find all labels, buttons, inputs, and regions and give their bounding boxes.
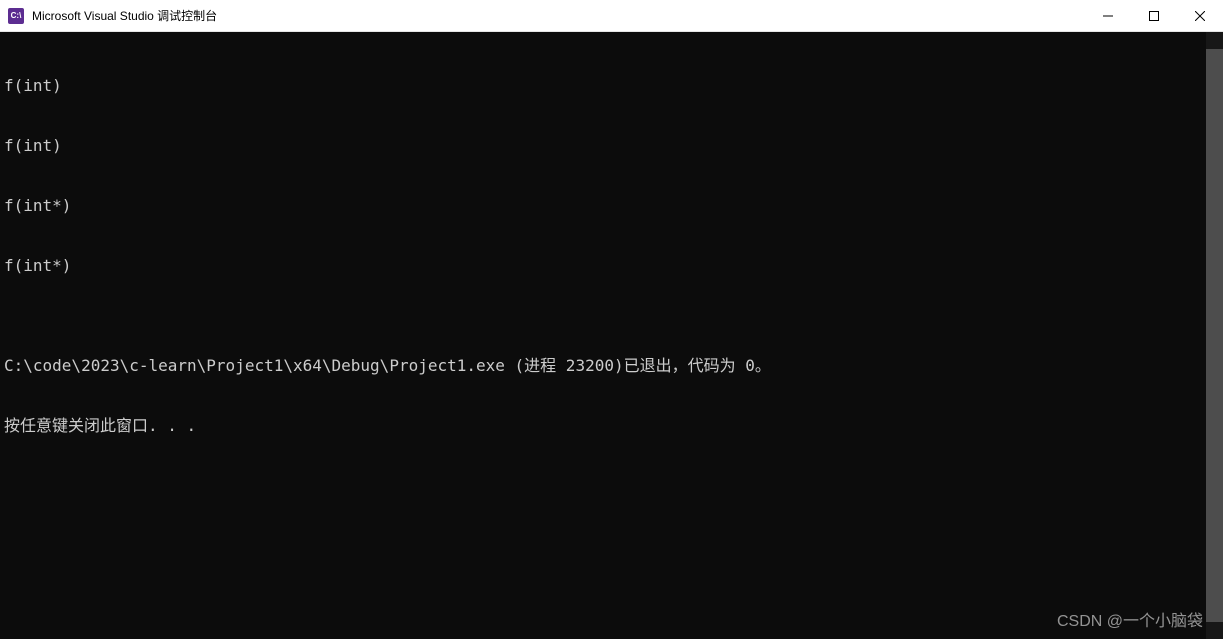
app-icon: C:\ [8, 8, 24, 24]
console-area: f(int) f(int) f(int*) f(int*) C:\code\20… [0, 32, 1223, 639]
console-line: f(int*) [4, 196, 1206, 216]
titlebar: C:\ Microsoft Visual Studio 调试控制台 [0, 0, 1223, 32]
close-button[interactable] [1177, 0, 1223, 31]
window-title: Microsoft Visual Studio 调试控制台 [32, 7, 1085, 24]
app-icon-text: C:\ [11, 11, 22, 20]
window-controls [1085, 0, 1223, 31]
console-content[interactable]: f(int) f(int) f(int*) f(int*) C:\code\20… [0, 32, 1206, 639]
maximize-button[interactable] [1131, 0, 1177, 31]
vertical-scrollbar[interactable] [1206, 32, 1223, 639]
maximize-icon [1149, 11, 1159, 21]
console-line: f(int) [4, 136, 1206, 156]
console-line: f(int) [4, 76, 1206, 96]
console-line: 按任意键关闭此窗口. . . [4, 416, 1206, 436]
scroll-up-arrow-icon[interactable] [1206, 32, 1223, 49]
scrollbar-thumb[interactable] [1206, 49, 1223, 622]
scrollbar-track[interactable] [1206, 49, 1223, 622]
console-line: f(int*) [4, 256, 1206, 276]
minimize-button[interactable] [1085, 0, 1131, 31]
minimize-icon [1103, 11, 1113, 21]
scroll-down-arrow-icon[interactable] [1206, 622, 1223, 639]
close-icon [1195, 11, 1205, 21]
console-line: C:\code\2023\c-learn\Project1\x64\Debug\… [4, 356, 1206, 376]
